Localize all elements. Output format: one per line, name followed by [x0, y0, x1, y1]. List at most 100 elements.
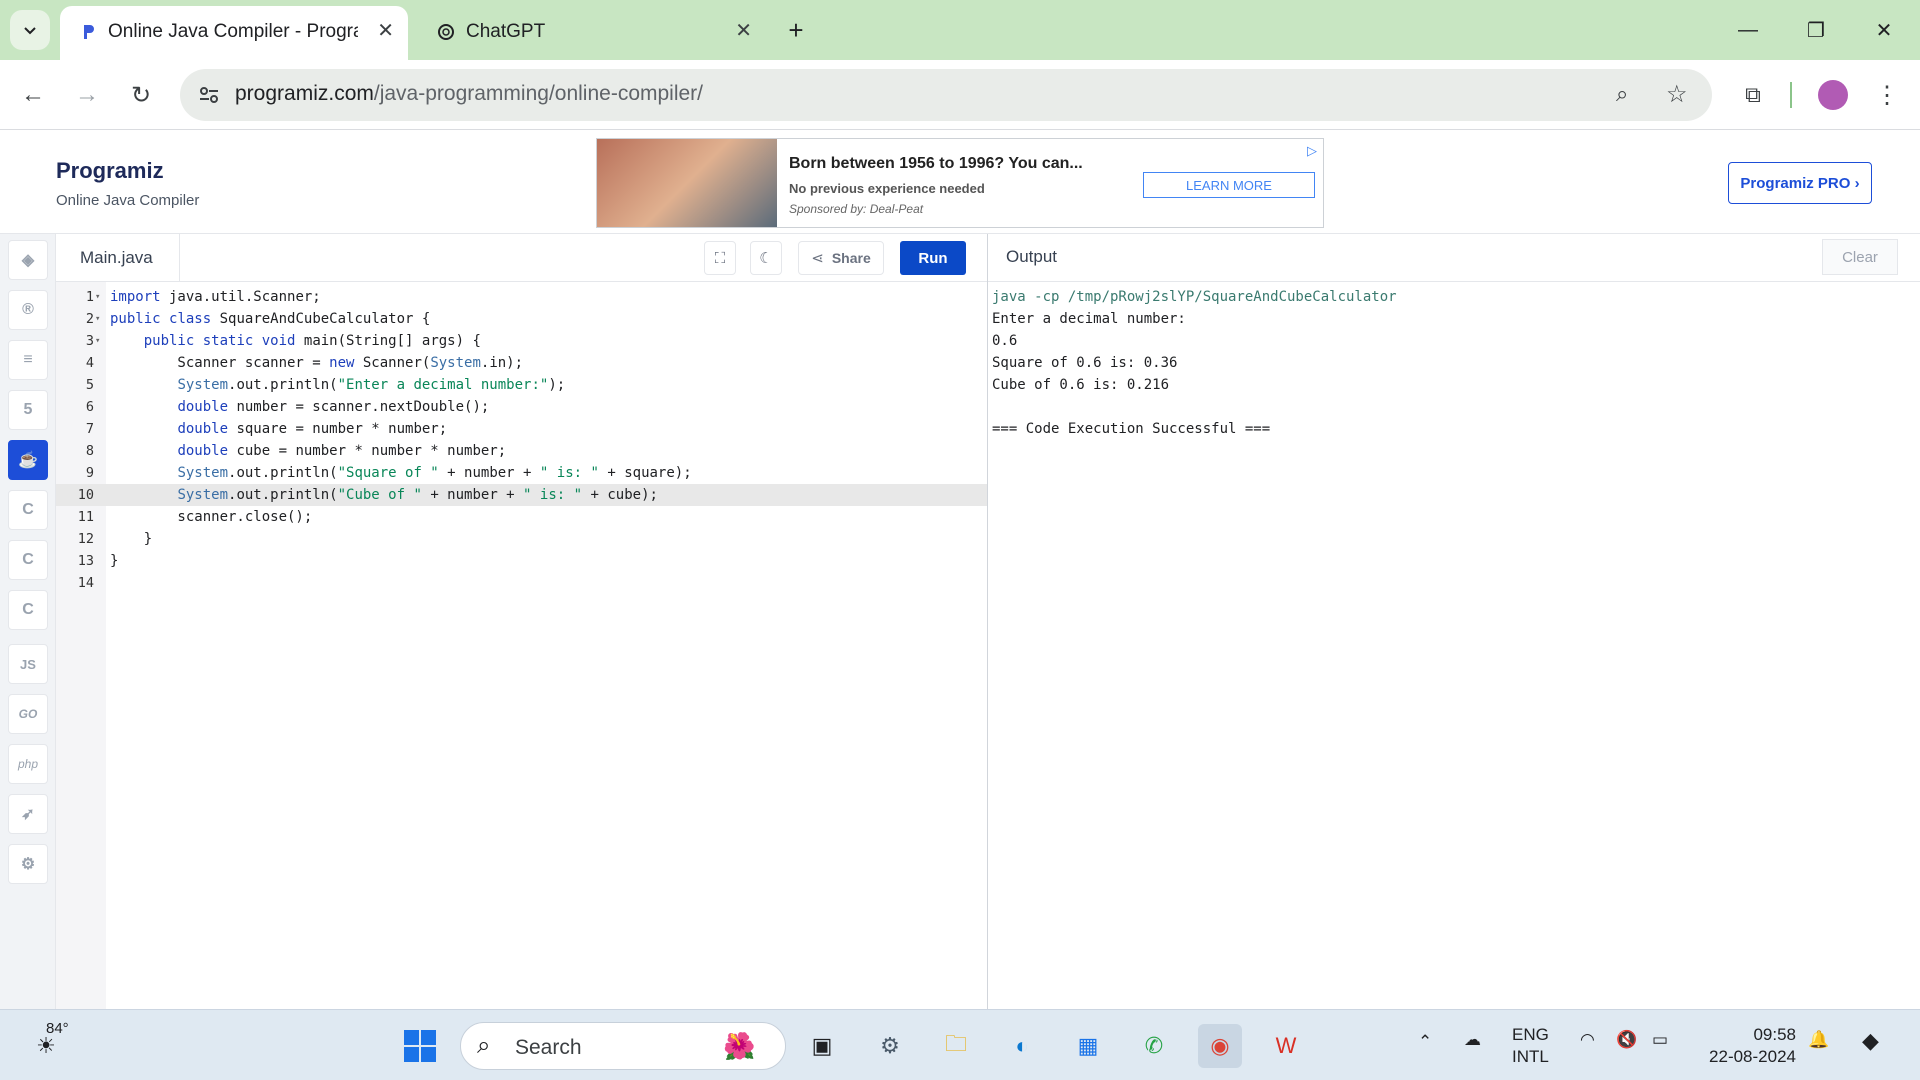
- wps-office-icon[interactable]: W: [1264, 1024, 1308, 1068]
- clear-button[interactable]: Clear: [1822, 239, 1898, 275]
- code-line[interactable]: 6 double number = scanner.nextDouble();: [56, 396, 988, 418]
- code-line[interactable]: 12 }: [56, 528, 988, 550]
- code-line[interactable]: 3 ▾ public static void main(String[] args…: [56, 330, 988, 352]
- battery-icon[interactable]: ▭: [1652, 1030, 1668, 1050]
- code-line[interactable]: 5 System.out.println("Enter a decimal nu…: [56, 374, 988, 396]
- code-line[interactable]: 4 Scanner scanner = new Scanner(System.i…: [56, 352, 988, 374]
- go-icon[interactable]: GO: [8, 694, 48, 734]
- ad-banner[interactable]: Born between 1956 to 1996? You can... No…: [596, 138, 1324, 228]
- php-icon[interactable]: php: [8, 744, 48, 784]
- javascript-icon[interactable]: JS: [8, 644, 48, 684]
- tab-search-button[interactable]: [10, 10, 50, 50]
- browser-tab-chatgpt[interactable]: ChatGPT ✕: [418, 6, 766, 60]
- browser-menu-icon[interactable]: ⋮: [1868, 76, 1906, 114]
- line-number: 9: [85, 465, 94, 481]
- programiz-favicon-icon: [84, 25, 94, 39]
- ad-learn-more-button[interactable]: LEARN MORE: [1143, 172, 1315, 198]
- task-view-icon[interactable]: ▣: [800, 1024, 844, 1068]
- code-editor[interactable]: 1 ▾ import java.util.Scanner; 2 ▾ public clas…: [56, 282, 988, 1009]
- dark-mode-icon[interactable]: ☾: [750, 241, 782, 275]
- back-button[interactable]: ←: [14, 76, 52, 114]
- code-line[interactable]: 8 double cube = number * number * number…: [56, 440, 988, 462]
- search-highlight-icon: 🌺: [723, 1031, 756, 1061]
- file-explorer-icon[interactable]: 🗀: [934, 1024, 978, 1068]
- fold-toggle-icon[interactable]: ▾: [95, 330, 100, 352]
- cpp-icon[interactable]: C: [8, 540, 48, 580]
- share-button[interactable]: ⋖ Share: [798, 241, 884, 275]
- swift-icon[interactable]: ➶: [8, 794, 48, 834]
- edge-icon[interactable]: ◐: [1000, 1024, 1044, 1068]
- forward-button[interactable]: →: [68, 76, 106, 114]
- code-line[interactable]: 7 double square = number * number;: [56, 418, 988, 440]
- clock[interactable]: 09:58 22-08-2024: [1696, 1024, 1796, 1068]
- site-header: Programiz Online Java Compiler Born betw…: [0, 130, 1920, 234]
- close-tab-icon[interactable]: ✕: [735, 18, 752, 43]
- settings-icon[interactable]: ⚙: [868, 1024, 912, 1068]
- new-tab-button[interactable]: +: [780, 12, 812, 48]
- ad-title[interactable]: Born between 1956 to 1996? You can...: [789, 155, 1083, 173]
- line-number: 14: [77, 575, 94, 591]
- minimize-button[interactable]: —: [1728, 12, 1768, 48]
- address-bar[interactable]: programiz.com/java-programming/online-co…: [180, 69, 1712, 121]
- code-line[interactable]: 11 scanner.close();: [56, 506, 988, 528]
- code-line[interactable]: 13}: [56, 550, 988, 572]
- site-info-icon[interactable]: [198, 84, 220, 106]
- csharp-icon[interactable]: C: [8, 590, 48, 630]
- ad-image[interactable]: [597, 139, 777, 227]
- code-line[interactable]: 9 System.out.println("Square of " + numb…: [56, 462, 988, 484]
- output-console[interactable]: java -cp /tmp/pRowj2slYP/SquareAndCubeCa…: [992, 282, 1912, 1009]
- c-icon[interactable]: C: [8, 490, 48, 530]
- profile-avatar[interactable]: [1818, 80, 1848, 110]
- code-line[interactable]: 10 System.out.println("Cube of " + numbe…: [56, 484, 988, 506]
- sql-icon[interactable]: ≡: [8, 340, 48, 380]
- output-line: Enter a decimal number:: [992, 311, 1186, 327]
- fold-toggle-icon[interactable]: ▾: [95, 308, 100, 330]
- microsoft-store-icon[interactable]: ▦: [1066, 1024, 1110, 1068]
- code-text: Scanner scanner = new Scanner(System.in)…: [110, 355, 524, 371]
- extensions-icon[interactable]: ⧉: [1734, 76, 1772, 114]
- copilot-icon[interactable]: ◆: [1862, 1028, 1879, 1054]
- bookmark-star-icon[interactable]: ☆: [1666, 80, 1688, 109]
- html-icon[interactable]: 5: [8, 390, 48, 430]
- close-window-button[interactable]: ✕: [1864, 12, 1904, 48]
- chrome-icon[interactable]: ◉: [1198, 1024, 1242, 1068]
- file-tab-main-java[interactable]: Main.java: [56, 234, 180, 282]
- whatsapp-icon[interactable]: ✆: [1132, 1024, 1176, 1068]
- rust-icon[interactable]: ⚙: [8, 844, 48, 884]
- taskbar-search[interactable]: ⌕ Search 🌺: [460, 1022, 786, 1070]
- fullscreen-icon[interactable]: ⛶: [704, 241, 736, 275]
- pane-splitter[interactable]: [987, 234, 988, 1009]
- r-icon[interactable]: ®: [8, 290, 48, 330]
- reload-button[interactable]: ↻: [122, 76, 160, 114]
- line-number: 2: [85, 311, 94, 327]
- onedrive-icon[interactable]: ☁: [1464, 1030, 1481, 1050]
- show-hidden-icons-icon[interactable]: ⌃: [1418, 1032, 1432, 1052]
- fold-toggle-icon[interactable]: ▾: [95, 286, 100, 308]
- browser-tab-programiz[interactable]: Online Java Compiler - Program ✕: [60, 6, 408, 60]
- programiz-logo[interactable]: Programiz: [56, 158, 164, 184]
- wifi-icon[interactable]: ◠: [1580, 1030, 1595, 1050]
- code-line[interactable]: 1 ▾ import java.util.Scanner;: [56, 286, 988, 308]
- notification-bell-icon[interactable]: 🔔: [1808, 1030, 1829, 1050]
- line-number: 8: [85, 443, 94, 459]
- programiz-pro-button[interactable]: Programiz PRO ›: [1728, 162, 1872, 204]
- line-number: 10: [77, 487, 94, 503]
- java-icon[interactable]: ☕: [8, 440, 48, 480]
- close-tab-icon[interactable]: ✕: [377, 18, 394, 43]
- zoom-icon[interactable]: ⌕: [1616, 81, 1628, 107]
- language-code: ENG: [1512, 1025, 1549, 1044]
- python-icon[interactable]: ◈: [8, 240, 48, 280]
- output-line: === Code Execution Successful ===: [992, 421, 1271, 437]
- output-header: Output Clear: [988, 234, 1920, 282]
- output-line: 0.6: [992, 333, 1018, 349]
- windows-start-icon[interactable]: [398, 1024, 442, 1068]
- code-line[interactable]: 2 ▾ public class SquareAndCubeCalculator {: [56, 308, 988, 330]
- code-line[interactable]: 14: [56, 572, 988, 594]
- adchoices-icon[interactable]: ▷: [1307, 143, 1317, 159]
- language-indicator[interactable]: ENG INTL: [1512, 1024, 1549, 1068]
- chatgpt-favicon-icon: [438, 24, 454, 40]
- run-button[interactable]: Run: [900, 241, 966, 275]
- volume-muted-icon[interactable]: 🔇: [1616, 1030, 1637, 1050]
- restore-button[interactable]: ❐: [1796, 12, 1836, 48]
- editor-toolbar: Main.java ⛶ ☾ ⋖ Share Run: [56, 234, 988, 282]
